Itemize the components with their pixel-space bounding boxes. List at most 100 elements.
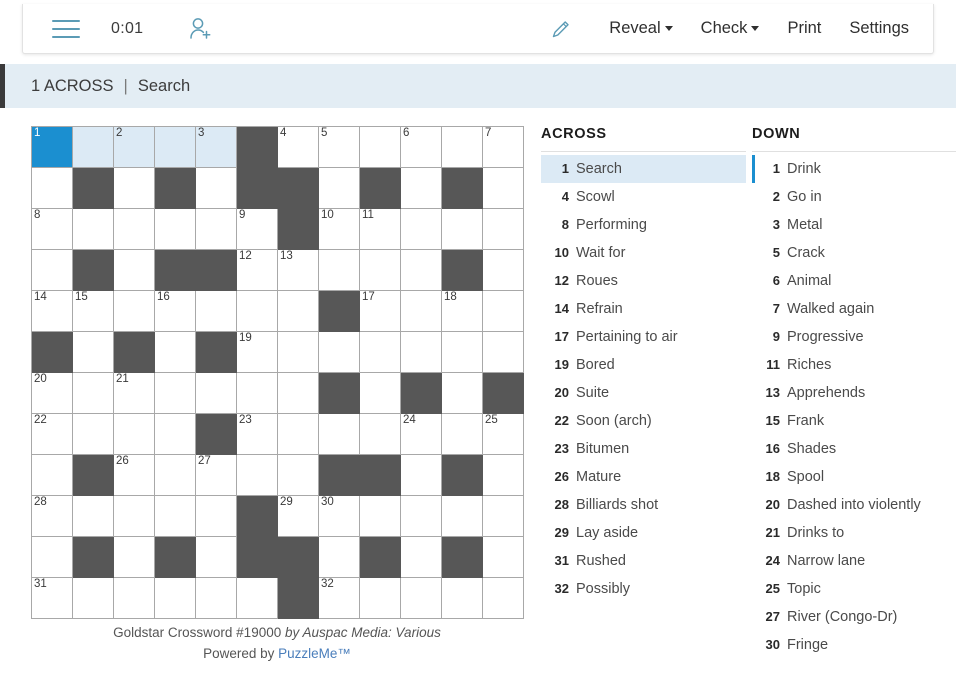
- grid-cell[interactable]: 13: [278, 250, 319, 291]
- clue-item-down-21[interactable]: 21 Drinks to: [752, 519, 956, 547]
- grid-cell[interactable]: 24: [401, 414, 442, 455]
- clue-item-down-20[interactable]: 20 Dashed into violently: [752, 491, 956, 519]
- grid-cell[interactable]: [401, 332, 442, 373]
- grid-cell[interactable]: [483, 209, 524, 250]
- clue-item-down-2[interactable]: 2 Go in: [752, 183, 956, 211]
- grid-cell[interactable]: 10: [319, 209, 360, 250]
- clue-item-down-24[interactable]: 24 Narrow lane: [752, 547, 956, 575]
- grid-cell[interactable]: [114, 209, 155, 250]
- grid-cell[interactable]: [73, 373, 114, 414]
- clue-item-down-9[interactable]: 9 Progressive: [752, 323, 956, 351]
- crossword-grid-container[interactable]: 1 2 3 4 5 6 7 8 9 10 11 12 13 14 15 16 17 18 19 20 21 22 23 24 2…: [31, 126, 524, 619]
- grid-cell[interactable]: [360, 414, 401, 455]
- grid-cell[interactable]: [483, 332, 524, 373]
- grid-cell[interactable]: [401, 496, 442, 537]
- across-clue-list[interactable]: 1 Search 4 Scowl 8 Performing 10 Wait for 12 Roue…: [541, 155, 746, 603]
- clue-item-across-12[interactable]: 12 Roues: [541, 267, 746, 295]
- grid-cell[interactable]: [114, 250, 155, 291]
- grid-cell[interactable]: 14: [32, 291, 73, 332]
- clue-item-across-32[interactable]: 32 Possibly: [541, 575, 746, 603]
- grid-cell[interactable]: [401, 209, 442, 250]
- clue-item-across-1[interactable]: 1 Search: [541, 155, 746, 183]
- grid-cell[interactable]: [442, 414, 483, 455]
- grid-cell[interactable]: [360, 578, 401, 619]
- grid-cell[interactable]: [32, 537, 73, 578]
- grid-cell[interactable]: 12: [237, 250, 278, 291]
- grid-cell[interactable]: [237, 291, 278, 332]
- grid-cell[interactable]: [32, 455, 73, 496]
- reveal-menu-button[interactable]: Reveal: [595, 13, 686, 44]
- grid-cell[interactable]: 29: [278, 496, 319, 537]
- grid-cell[interactable]: [237, 455, 278, 496]
- grid-cell[interactable]: [73, 332, 114, 373]
- grid-cell[interactable]: [196, 578, 237, 619]
- grid-cell[interactable]: 32: [319, 578, 360, 619]
- clue-item-across-28[interactable]: 28 Billiards shot: [541, 491, 746, 519]
- grid-cell[interactable]: 2: [114, 127, 155, 168]
- grid-cell[interactable]: 4: [278, 127, 319, 168]
- grid-cell[interactable]: [73, 578, 114, 619]
- grid-cell[interactable]: [483, 291, 524, 332]
- grid-cell[interactable]: [401, 168, 442, 209]
- grid-cell[interactable]: [73, 127, 114, 168]
- grid-cell[interactable]: [401, 455, 442, 496]
- grid-cell[interactable]: [483, 250, 524, 291]
- clue-item-down-7[interactable]: 7 Walked again: [752, 295, 956, 323]
- grid-cell[interactable]: [73, 496, 114, 537]
- grid-cell[interactable]: [196, 496, 237, 537]
- grid-cell[interactable]: [401, 291, 442, 332]
- grid-cell[interactable]: 16: [155, 291, 196, 332]
- grid-cell[interactable]: [114, 168, 155, 209]
- grid-cell[interactable]: 17: [360, 291, 401, 332]
- grid-cell[interactable]: [114, 496, 155, 537]
- grid-cell[interactable]: [278, 455, 319, 496]
- grid-cell[interactable]: [483, 455, 524, 496]
- grid-cell[interactable]: 30: [319, 496, 360, 537]
- clue-item-down-16[interactable]: 16 Shades: [752, 435, 956, 463]
- grid-cell[interactable]: [360, 373, 401, 414]
- grid-cell[interactable]: [319, 168, 360, 209]
- grid-cell[interactable]: [237, 578, 278, 619]
- grid-cell[interactable]: [196, 209, 237, 250]
- grid-cell[interactable]: 20: [32, 373, 73, 414]
- clue-item-across-19[interactable]: 19 Bored: [541, 351, 746, 379]
- grid-cell[interactable]: [360, 332, 401, 373]
- grid-cell[interactable]: 6: [401, 127, 442, 168]
- grid-cell[interactable]: [237, 373, 278, 414]
- down-clue-list[interactable]: 1 Drink 2 Go in 3 Metal 5 Crack 6 Animal 7 Walked a…: [752, 155, 956, 659]
- clue-item-across-8[interactable]: 8 Performing: [541, 211, 746, 239]
- clue-item-down-6[interactable]: 6 Animal: [752, 267, 956, 295]
- grid-cell[interactable]: [319, 537, 360, 578]
- grid-cell[interactable]: [360, 127, 401, 168]
- grid-cell[interactable]: 3: [196, 127, 237, 168]
- pencil-icon[interactable]: [541, 12, 581, 46]
- clue-item-down-25[interactable]: 25 Topic: [752, 575, 956, 603]
- puzzleme-link[interactable]: PuzzleMe™: [278, 646, 351, 661]
- grid-cell[interactable]: 5: [319, 127, 360, 168]
- grid-cell[interactable]: [483, 496, 524, 537]
- grid-cell[interactable]: [114, 578, 155, 619]
- clue-item-down-27[interactable]: 27 River (Congo-Dr): [752, 603, 956, 631]
- grid-cell[interactable]: [278, 414, 319, 455]
- grid-cell[interactable]: [442, 209, 483, 250]
- grid-cell[interactable]: [114, 291, 155, 332]
- clue-item-down-3[interactable]: 3 Metal: [752, 211, 956, 239]
- grid-cell[interactable]: [155, 578, 196, 619]
- grid-cell[interactable]: 15: [73, 291, 114, 332]
- person-add-icon[interactable]: [183, 12, 217, 46]
- grid-cell[interactable]: [278, 373, 319, 414]
- clue-item-down-30[interactable]: 30 Fringe: [752, 631, 956, 659]
- grid-cell[interactable]: [155, 496, 196, 537]
- grid-cell[interactable]: [196, 373, 237, 414]
- crossword-grid[interactable]: 1 2 3 4 5 6 7 8 9 10 11 12 13 14 15 16 17 18 19 20 21 22 23 24 2…: [31, 126, 524, 619]
- clue-item-down-15[interactable]: 15 Frank: [752, 407, 956, 435]
- clue-item-across-4[interactable]: 4 Scowl: [541, 183, 746, 211]
- grid-cell[interactable]: [319, 250, 360, 291]
- grid-cell[interactable]: 22: [32, 414, 73, 455]
- grid-cell[interactable]: [32, 250, 73, 291]
- grid-cell[interactable]: [155, 332, 196, 373]
- grid-cell[interactable]: 26: [114, 455, 155, 496]
- grid-cell[interactable]: 8: [32, 209, 73, 250]
- grid-cell[interactable]: 7: [483, 127, 524, 168]
- grid-cell[interactable]: [442, 578, 483, 619]
